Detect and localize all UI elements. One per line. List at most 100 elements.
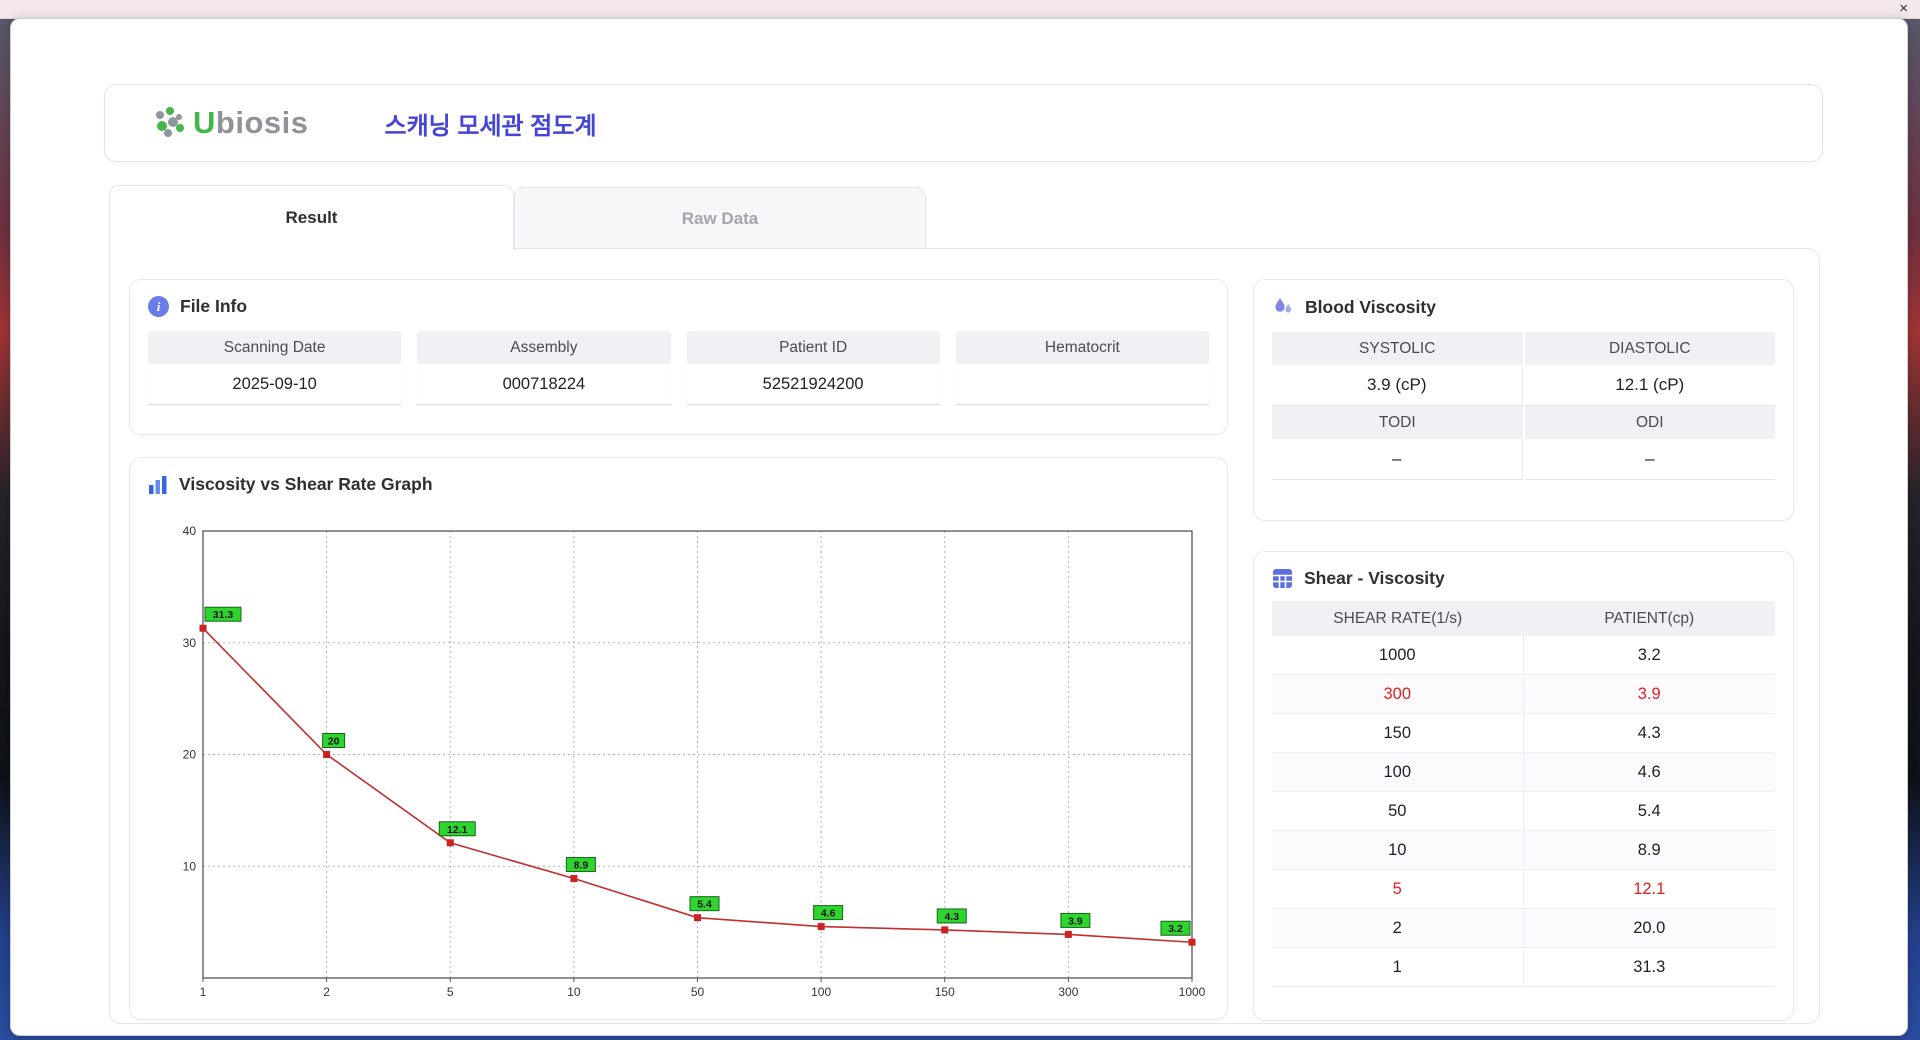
shear-table-row: 300 3.9 [1272, 675, 1775, 714]
result-panel: i File Info Scanning Date 2025-09-10 Ass… [109, 248, 1820, 1024]
blood-viscosity-value-row: – – [1272, 439, 1775, 480]
svg-text:3.2: 3.2 [1168, 923, 1183, 935]
file-info-field-value: 2025-09-10 [148, 364, 402, 405]
water-drop-icon [1275, 298, 1292, 313]
svg-text:20: 20 [183, 748, 197, 762]
svg-text:10: 10 [183, 859, 197, 873]
shear-table-row: 100 4.6 [1272, 753, 1775, 792]
file-info-field-value [955, 364, 1209, 405]
shear-viscosity-table: SHEAR RATE(1/s) PATIENT(cp) 1000 3.2 300 … [1272, 601, 1775, 987]
file-info-field: Patient ID 52521924200 [686, 331, 940, 405]
svg-text:4.6: 4.6 [821, 908, 836, 920]
shear-viscosity-title-row: Shear - Viscosity [1254, 552, 1793, 589]
svg-text:2: 2 [323, 985, 330, 999]
shear-rate-cell: 1000 [1272, 636, 1524, 675]
file-info-field-label: Scanning Date [148, 331, 402, 364]
patient-viscosity-cell: 20.0 [1523, 909, 1775, 948]
blood-viscosity-card: Blood Viscosity SYSTOLIC DIASTOLIC 3.9 (c… [1253, 279, 1794, 521]
blood-viscosity-table: SYSTOLIC DIASTOLIC 3.9 (cP) 12.1 (cP) TODI O… [1272, 332, 1775, 480]
svg-text:100: 100 [811, 985, 831, 999]
file-info-field-value: 52521924200 [686, 364, 940, 405]
shear-table-header-row: SHEAR RATE(1/s) PATIENT(cp) [1272, 601, 1775, 636]
file-info-field: Assembly 000718224 [417, 331, 671, 405]
patient-viscosity-cell: 4.3 [1523, 714, 1775, 753]
svg-text:10: 10 [567, 985, 581, 999]
shear-rate-cell: 5 [1272, 870, 1524, 909]
svg-text:150: 150 [935, 985, 955, 999]
logo-dots-icon [156, 107, 184, 137]
file-info-title-row: i File Info [130, 280, 1227, 317]
svg-text:30: 30 [183, 636, 197, 650]
shear-viscosity-card: Shear - Viscosity SHEAR RATE(1/s) PATIENT… [1253, 551, 1794, 1021]
blood-viscosity-header: DIASTOLIC [1524, 332, 1775, 365]
file-info-title: File Info [180, 296, 248, 316]
ubiosis-logo: Ubiosis [151, 105, 308, 141]
shear-table-row: 50 5.4 [1272, 792, 1775, 831]
shear-table-row: 150 4.3 [1272, 714, 1775, 753]
tab-raw-data[interactable]: Raw Data [514, 187, 926, 249]
svg-text:5.4: 5.4 [697, 899, 712, 911]
file-info-fields: Scanning Date 2025-09-10 Assembly 000718… [148, 331, 1209, 405]
file-info-field-label: Patient ID [686, 331, 940, 364]
file-info-field-value: 000718224 [417, 364, 671, 405]
blood-viscosity-value: – [1524, 439, 1775, 480]
file-info-field: Scanning Date 2025-09-10 [148, 331, 402, 405]
blood-viscosity-value: 12.1 (cP) [1524, 365, 1775, 406]
shear-rate-cell: 1 [1272, 948, 1524, 987]
svg-text:5: 5 [447, 985, 454, 999]
file-info-field-label: Assembly [417, 331, 671, 364]
viscosity-chart: 10 20 30 40 1 2 5 10 50 100 150 300 1000 31.3 20 12.1 8.… [183, 524, 1206, 999]
patient-viscosity-cell: 3.2 [1523, 636, 1775, 675]
file-info-card: i File Info Scanning Date 2025-09-10 Ass… [129, 279, 1228, 435]
svg-text:12.1: 12.1 [447, 824, 468, 836]
patient-viscosity-cell: 4.6 [1523, 753, 1775, 792]
table-grid-icon [1273, 569, 1292, 588]
svg-text:3.9: 3.9 [1068, 915, 1083, 927]
svg-text:20: 20 [328, 736, 340, 748]
blood-viscosity-title-row: Blood Viscosity [1254, 280, 1793, 318]
shear-rate-cell: 300 [1272, 675, 1524, 714]
blood-viscosity-header: TODI [1272, 406, 1523, 439]
desktop-topbar: × [0, 0, 1920, 19]
close-icon[interactable]: × [1899, 0, 1908, 18]
shear-table-row: 2 20.0 [1272, 909, 1775, 948]
svg-text:8.9: 8.9 [574, 860, 589, 872]
blood-viscosity-title: Blood Viscosity [1305, 296, 1436, 317]
tab-result[interactable]: Result [109, 185, 514, 250]
app-window: Ubiosis 스캐닝 모세관 점도계 Result Raw Data i Fi… [10, 18, 1908, 1036]
logo-letter: U [193, 105, 216, 140]
logo-text-rest: biosis [215, 105, 309, 140]
patient-viscosity-cell: 5.4 [1523, 792, 1775, 831]
graph-card: Viscosity vs Shear Rate Graph 10 20 30 40 1 2… [129, 457, 1228, 1020]
blood-viscosity-header: ODI [1524, 406, 1775, 439]
blood-viscosity-value: 3.9 (cP) [1272, 365, 1523, 406]
app-header: Ubiosis 스캐닝 모세관 점도계 [104, 84, 1823, 162]
shear-viscosity-title: Shear - Viscosity [1304, 568, 1445, 588]
svg-text:50: 50 [691, 985, 705, 999]
blood-viscosity-header-row: SYSTOLIC DIASTOLIC [1272, 332, 1775, 365]
graph-title-row: Viscosity vs Shear Rate Graph [130, 458, 1227, 495]
logo-text-u: Ubiosis [193, 105, 308, 141]
svg-text:300: 300 [1058, 985, 1078, 999]
svg-text:1: 1 [200, 985, 207, 999]
shear-rate-cell: 10 [1272, 831, 1524, 870]
shear-table-column-header: SHEAR RATE(1/s) [1272, 601, 1524, 636]
app-title: 스캐닝 모세관 점도계 [384, 112, 597, 140]
file-info-field: Hematocrit [955, 331, 1209, 405]
blood-viscosity-header: SYSTOLIC [1272, 332, 1523, 365]
shear-rate-cell: 2 [1272, 909, 1524, 948]
blood-viscosity-value: – [1272, 439, 1523, 480]
patient-viscosity-cell: 31.3 [1523, 948, 1775, 987]
shear-rate-cell: 50 [1272, 792, 1524, 831]
blood-viscosity-value-row: 3.9 (cP) 12.1 (cP) [1272, 365, 1775, 406]
shear-table-row: 10 8.9 [1272, 831, 1775, 870]
svg-text:31.3: 31.3 [213, 609, 234, 621]
shear-table-row: 1000 3.2 [1272, 636, 1775, 675]
shear-table-row: 5 12.1 [1272, 870, 1775, 909]
shear-table-row: 1 31.3 [1272, 948, 1775, 987]
svg-text:40: 40 [183, 524, 197, 538]
svg-text:1000: 1000 [1179, 985, 1206, 999]
patient-viscosity-cell: 12.1 [1523, 870, 1775, 909]
patient-viscosity-cell: 8.9 [1523, 831, 1775, 870]
blood-viscosity-header-row: TODI ODI [1272, 406, 1775, 439]
